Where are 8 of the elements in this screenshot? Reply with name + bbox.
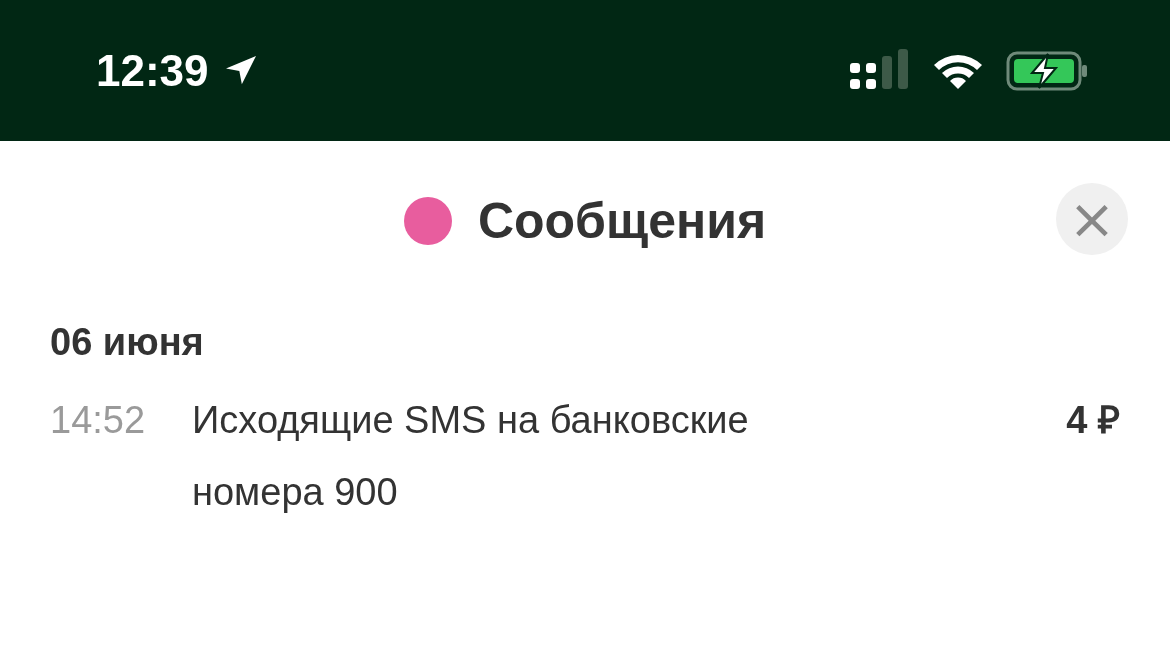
battery-charging-icon (1006, 50, 1088, 91)
message-amount: 4 ₽ (1066, 398, 1120, 443)
close-button[interactable]: × (1056, 183, 1128, 255)
date-heading: 06 июня (50, 321, 205, 364)
message-text: Исходящие SMS на банковские номера 900 (192, 398, 750, 515)
status-time: 12:39 (96, 45, 209, 96)
screen-title: Сообщения (477, 192, 767, 250)
message-time: 14:52 (50, 398, 147, 443)
